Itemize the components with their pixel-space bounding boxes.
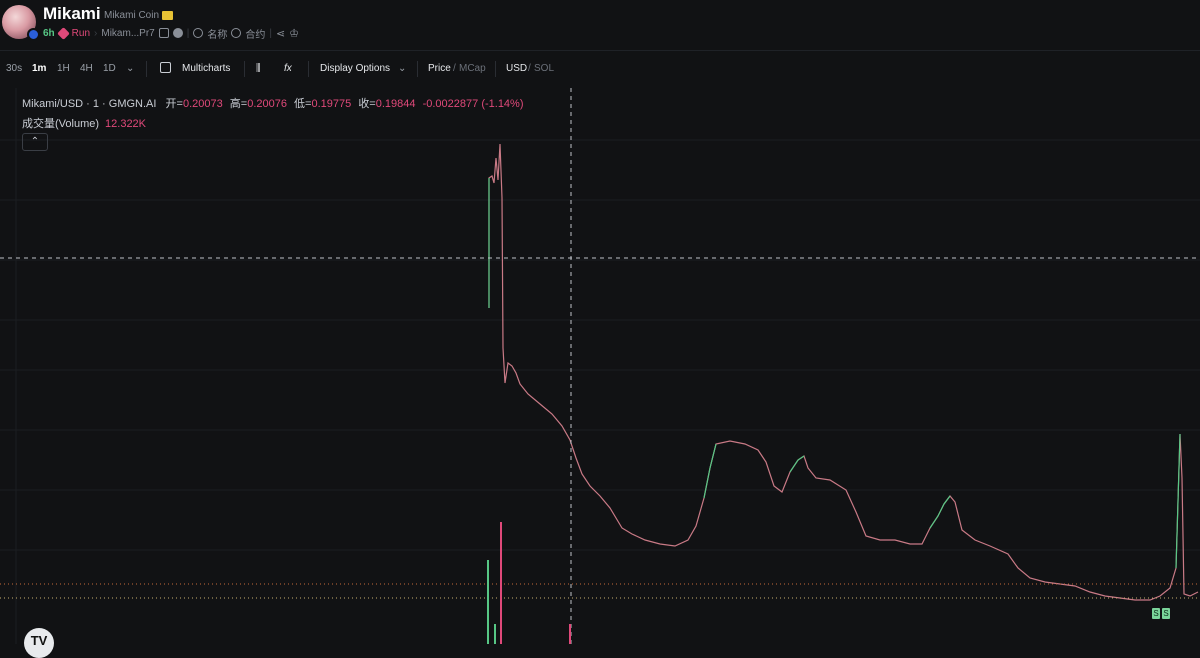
multicharts-button[interactable]: Multicharts: [182, 63, 230, 74]
chart-toolbar: 30s 1m 1H 4H 1D ⌄ Multicharts ⫼ fx Displ…: [0, 58, 1200, 80]
token-meta-row: 6h Run › Mikam...Pr7 | 名称 合约 | ⋖ ♔: [43, 26, 299, 41]
favorite-icon[interactable]: ♔: [289, 27, 299, 40]
collapse-legend-button[interactable]: ⌃: [22, 133, 48, 151]
volume-legend: 成交量(Volume) 12.322K: [22, 115, 146, 131]
volume-bar: [487, 560, 489, 644]
search-icon[interactable]: [193, 28, 204, 38]
divider: |: [186, 27, 190, 39]
search-contract-label[interactable]: 合约: [245, 26, 265, 41]
token-header: Mikami Mikami Coin 6h Run › Mikam...Pr7 …: [0, 0, 1200, 51]
toggle-slash: /: [528, 63, 531, 74]
ohlc-legend: Mikami/USD · 1 · GMGN.AI 开=0.20073 高=0.2…: [22, 95, 524, 111]
price-toggle[interactable]: Price: [428, 63, 451, 74]
chevron-down-icon[interactable]: ⌄: [126, 63, 134, 74]
token-name: Mikami: [43, 4, 101, 23]
chart-grid: [0, 88, 1200, 644]
pump-icon: [56, 26, 70, 40]
volume-label: 成交量(Volume): [22, 118, 100, 130]
candles-icon[interactable]: ⫼: [256, 63, 261, 74]
divider: |: [269, 27, 272, 39]
volume-bar: [494, 624, 496, 644]
trade-marker[interactable]: S: [1152, 608, 1160, 619]
badge-icon: [162, 11, 173, 20]
copy-icon[interactable]: [158, 28, 169, 38]
volume-bar: [569, 624, 571, 644]
status-label: Run: [71, 27, 91, 39]
indicators-icon[interactable]: fx: [284, 63, 292, 74]
open-value: 0.20073: [182, 98, 223, 110]
search-contract-icon[interactable]: [231, 28, 242, 38]
high-label: 高=: [229, 98, 248, 110]
tradingview-logo[interactable]: TV: [24, 628, 54, 658]
interval-1m[interactable]: 1m: [32, 63, 46, 74]
change-percent: (-1.14%): [481, 98, 524, 110]
token-fullname: Mikami Coin: [104, 10, 160, 21]
add-chart-icon[interactable]: [160, 62, 171, 73]
low-label: 低=: [294, 98, 312, 110]
open-label: 开=: [165, 98, 183, 110]
sol-toggle[interactable]: SOL: [534, 63, 554, 74]
toggle-slash: /: [453, 63, 456, 74]
close-value: 0.19844: [375, 98, 416, 110]
trade-marker[interactable]: S: [1162, 608, 1170, 619]
close-label: 收=: [358, 98, 376, 110]
divider: [495, 61, 496, 77]
volume-bar: [500, 522, 502, 644]
chevron-down-icon[interactable]: ⌄: [398, 63, 406, 74]
low-value: 0.19775: [311, 98, 352, 110]
interval-4h[interactable]: 4H: [80, 63, 93, 74]
divider: [146, 61, 147, 77]
divider: [417, 61, 418, 77]
divider: [244, 61, 245, 77]
usd-toggle[interactable]: USD: [506, 63, 527, 74]
price-chart[interactable]: [0, 88, 1200, 644]
volume-bars: [487, 522, 571, 644]
address-short[interactable]: Mikam...Pr7: [101, 28, 154, 39]
pair-label: Mikami/USD · 1 · GMGN.AI: [22, 98, 157, 110]
price-up-segments: [488, 178, 1181, 569]
change-value: -0.0022877: [422, 98, 479, 110]
interval-1d[interactable]: 1D: [103, 63, 116, 74]
interval-1h[interactable]: 1H: [57, 63, 70, 74]
chevron-right-icon: ›: [94, 27, 98, 39]
high-value: 0.20076: [247, 98, 287, 110]
volume-value: 12.322K: [105, 118, 147, 130]
price-series-line: [488, 143, 1199, 601]
mcap-toggle[interactable]: MCap: [459, 63, 486, 74]
display-options-button[interactable]: Display Options: [320, 63, 390, 74]
search-name-label[interactable]: 名称: [207, 26, 227, 41]
divider: [308, 61, 309, 77]
chain-icon: [27, 28, 40, 41]
token-age: 6h: [43, 27, 55, 39]
share-icon[interactable]: ⋖: [276, 27, 285, 40]
explorer-icon[interactable]: [172, 28, 183, 38]
interval-30s[interactable]: 30s: [6, 63, 22, 74]
